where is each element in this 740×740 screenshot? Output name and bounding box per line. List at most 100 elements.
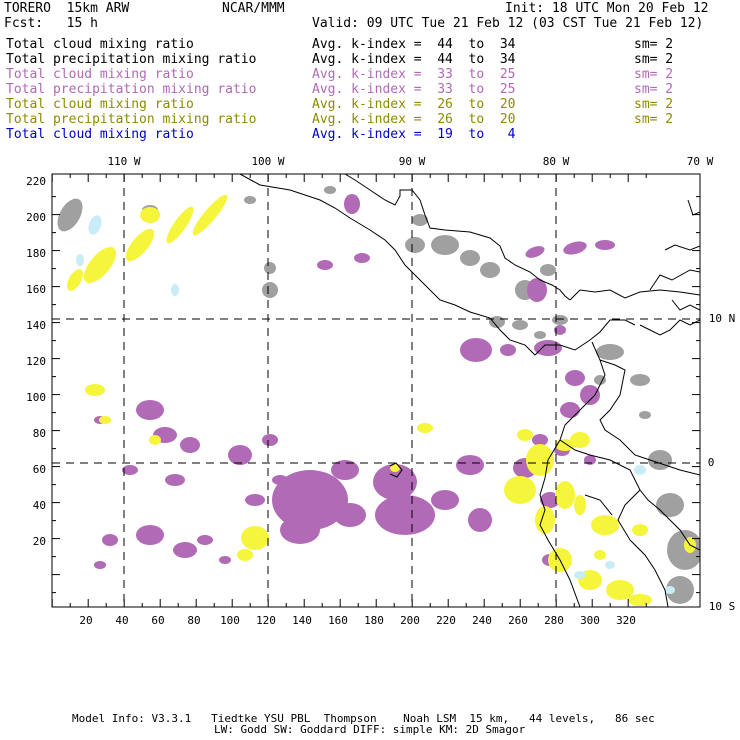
purple-cloud-region-patch	[317, 260, 333, 270]
purple-cloud-region-patch	[219, 556, 231, 564]
lightblue-cloud-region-patch	[171, 284, 179, 296]
yellow-cloud-region	[67, 194, 696, 606]
cloud-mixing-ratio-map: 110 W 100 W 90 W 80 W 70 W 10 N 0 10 S 20 40 60 80 1…	[26, 155, 736, 627]
purple-cloud-region-patch	[595, 240, 615, 250]
y-grid-index: 40	[33, 499, 46, 512]
purple-cloud-region-patch	[580, 385, 600, 405]
gray-cloud-region-patch	[262, 282, 278, 298]
yellow-cloud-region-patch	[99, 416, 111, 424]
x-grid-index: 120	[256, 614, 276, 627]
x-grid-index: 200	[400, 614, 420, 627]
x-grid-index: 60	[151, 614, 164, 627]
coastline-segment	[639, 319, 700, 336]
x-grid-index: 240	[472, 614, 492, 627]
purple-cloud-region-patch	[500, 344, 516, 356]
lightblue-cloud-region-patch	[88, 215, 102, 235]
y-grid-index: 160	[26, 283, 46, 296]
coastline-segment	[664, 244, 700, 251]
gray-cloud-region-patch	[648, 450, 672, 470]
coastline-segment	[671, 299, 700, 311]
purple-cloud-region-patch	[431, 490, 459, 510]
longitude-label: 90 W	[399, 155, 426, 168]
yellow-cloud-region-patch	[83, 246, 117, 284]
purple-cloud-region-patch	[102, 534, 118, 546]
longitude-label: 70 W	[687, 155, 714, 168]
y-grid-index: 120	[26, 355, 46, 368]
purple-cloud-region-patch	[563, 241, 587, 255]
x-grid-index: 180	[364, 614, 384, 627]
yellow-cloud-region-patch	[85, 384, 105, 396]
gray-cloud-region-patch	[512, 320, 528, 330]
lightblue-cloud-region-patch	[665, 586, 675, 594]
purple-cloud-region-patch	[534, 340, 562, 356]
map-content	[52, 174, 700, 607]
x-grid-index: 140	[292, 614, 312, 627]
lightblue-cloud-region-patch	[574, 571, 586, 579]
y-grid-index: 180	[26, 247, 46, 260]
coastline-segment	[687, 199, 700, 216]
lightblue-cloud-region-patch	[605, 561, 615, 569]
coastline-segment	[239, 174, 636, 356]
yellow-cloud-region-patch	[574, 495, 586, 515]
yellow-cloud-region-patch	[125, 228, 155, 262]
purple-cloud-region-patch	[565, 370, 585, 386]
purple-cloud-region-patch	[456, 455, 484, 475]
gray-cloud-region-patch	[667, 530, 700, 570]
gray-cloud-region-patch	[324, 186, 336, 194]
purple-cloud-region-patch	[460, 338, 492, 362]
x-grid-index: 20	[79, 614, 92, 627]
purple-cloud-region-patch	[262, 434, 278, 446]
purple-cloud-region-patch	[180, 437, 200, 453]
x-grid-index: 160	[328, 614, 348, 627]
purple-cloud-region-patch	[94, 561, 106, 569]
longitude-label: 100 W	[251, 155, 284, 168]
purple-cloud-region-patch	[344, 194, 360, 214]
lightblue-cloud-region-patch	[76, 254, 84, 266]
y-grid-index: 220	[26, 175, 46, 188]
purple-cloud-region-patch	[228, 445, 252, 465]
yellow-cloud-region-patch	[555, 481, 575, 509]
purple-cloud-region-patch	[468, 508, 492, 532]
latitude-label: 0	[708, 456, 715, 469]
gray-cloud-region-patch	[460, 250, 480, 266]
purple-cloud-region-patch	[136, 400, 164, 420]
purple-cloud-region-patch	[136, 525, 164, 545]
purple-cloud-region-patch	[354, 253, 370, 263]
gray-cloud-region-patch	[264, 262, 276, 274]
y-grid-index: 100	[26, 391, 46, 404]
x-grid-index: 260	[508, 614, 528, 627]
gray-cloud-region-patch	[534, 331, 546, 339]
y-grid-index: 80	[33, 427, 46, 440]
y-grid-index: 20	[33, 535, 46, 548]
lightblue-cloud-region-patch	[634, 465, 646, 475]
gray-cloud-region-patch	[244, 196, 256, 204]
yellow-cloud-region-patch	[241, 526, 269, 550]
x-grid-index: 80	[187, 614, 200, 627]
purple-cloud-region-patch	[525, 246, 545, 258]
coastline-segment	[569, 289, 700, 301]
y-grid-index: 60	[33, 463, 46, 476]
gray-cloud-region-patch	[480, 262, 500, 278]
gray-cloud-region-patch	[431, 235, 459, 255]
latitude-label: 10 N	[709, 312, 736, 325]
yellow-cloud-region-patch	[594, 550, 606, 560]
gray-cloud-region-patch	[656, 493, 684, 517]
gray-cloud-region-patch	[639, 411, 651, 419]
longitude-label: 80 W	[543, 155, 570, 168]
gray-cloud-region-patch	[540, 264, 556, 276]
purple-cloud-region-patch	[280, 516, 320, 544]
x-grid-index: 300	[580, 614, 600, 627]
gray-cloud-region-patch	[405, 237, 425, 253]
x-grid-index: 220	[436, 614, 456, 627]
purple-cloud-region-patch	[173, 542, 197, 558]
x-grid-index: 280	[544, 614, 564, 627]
purple-cloud-region-patch	[560, 402, 580, 418]
yellow-cloud-region-patch	[570, 432, 590, 448]
yellow-cloud-region-patch	[192, 194, 228, 236]
longitude-label: 110 W	[107, 155, 140, 168]
gray-cloud-region-patch	[596, 344, 624, 360]
y-grid-index: 200	[26, 211, 46, 224]
y-grid-index: 140	[26, 319, 46, 332]
yellow-cloud-region-patch	[237, 549, 253, 561]
yellow-cloud-region-patch	[591, 515, 619, 535]
